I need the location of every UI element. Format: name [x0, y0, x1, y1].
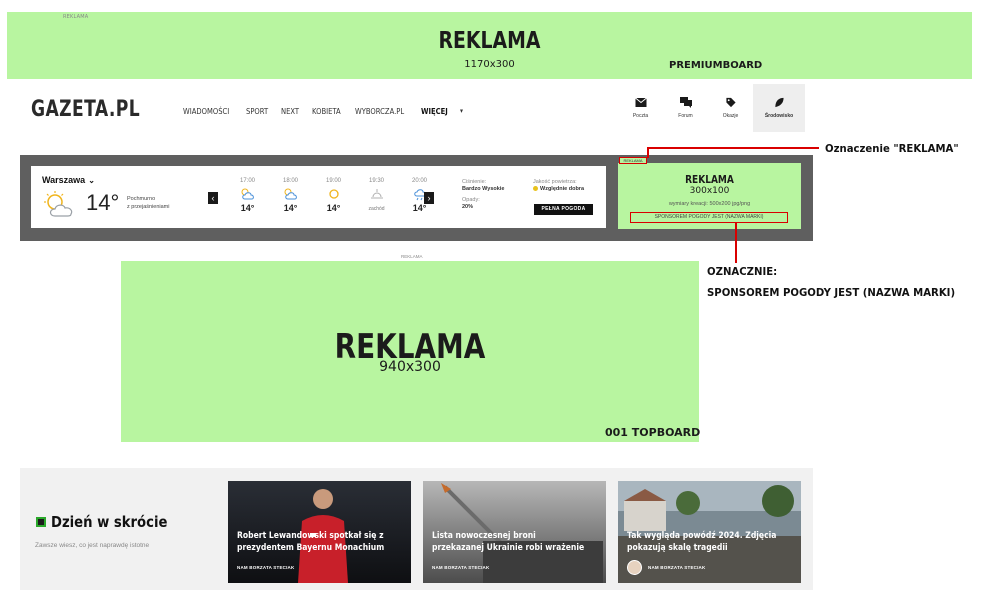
shortcut-label: Poczta: [632, 113, 649, 119]
chevron-right-icon: ›: [427, 193, 431, 203]
site-logo[interactable]: GAZETA.PL: [31, 97, 140, 122]
cloud-icon: [241, 188, 254, 200]
sun-icon: [328, 189, 339, 199]
tag-icon: [725, 97, 736, 108]
weather-hour-temp: 14°: [326, 203, 341, 213]
news-card-title: Tak wygląda powódź 2024. Zdjęcia pokazuj…: [627, 531, 777, 553]
shortcut-okazje[interactable]: Okazje: [708, 84, 753, 132]
air-value: Względnie dobra: [540, 186, 584, 192]
annotation-sponsor-title: OZNACZNIE:: [707, 265, 778, 278]
weather-hour-temp: zachód: [368, 206, 385, 212]
ad-size: 300x100: [689, 186, 730, 196]
nav-item-next[interactable]: NEXT: [281, 107, 299, 116]
weather-hour: 20:00 14°: [398, 178, 441, 213]
nav-item-wiadomosci[interactable]: WIADOMOŚCI: [183, 107, 229, 116]
shortcut-label: Forum: [678, 113, 693, 119]
shortcut-forum[interactable]: Forum: [663, 84, 708, 132]
ad-size: 940x300: [379, 359, 441, 375]
weather-details: Ciśnienie: Bardzo Wysokie Opady: 20%: [462, 179, 504, 211]
annotation-line: [735, 223, 737, 263]
section-icon: [36, 517, 46, 527]
cloud-icon: [284, 188, 297, 200]
precip-value: 20%: [462, 204, 474, 210]
weather-hourly: 17:00 14° 18:00 14° 19:00 14° 19:30 zach…: [226, 178, 441, 213]
weather-desc-line: z przejaśnieniami: [127, 204, 170, 210]
forum-icon: [679, 97, 692, 108]
chevron-left-icon: ‹: [211, 193, 215, 203]
weather-prev-button[interactable]: ‹: [208, 192, 218, 204]
weather-city: Warszawa: [42, 175, 86, 185]
weather-hour-time: 20:00: [411, 178, 427, 184]
weather-hour-time: 18:00: [282, 178, 298, 184]
ad-dimensions-note: wymiary kreacji: 500x200 jpg/png: [668, 201, 751, 207]
leaf-icon: [775, 97, 784, 108]
section-title: Dzień w skrócie: [51, 513, 168, 531]
chevron-down-icon: ▾: [459, 107, 463, 115]
weather-hour: 18:00 14°: [269, 178, 312, 213]
nav-item-wyborcza[interactable]: WYBORCZA.PL: [355, 107, 404, 116]
weather-sponsor-label: SPONSOREM POGODY JEST (NAZWA MARKI): [630, 212, 788, 223]
annotation-reklama: Oznaczenie "REKLAMA": [825, 142, 959, 155]
news-card[interactable]: Tak wygląda powódź 2024. Zdjęcia pokazuj…: [618, 481, 801, 583]
weather-next-button[interactable]: ›: [424, 192, 434, 204]
air-quality: Jakość powietrza: Względnie dobra: [533, 179, 584, 193]
ad-tiny-label: REKLAMA: [401, 254, 423, 259]
news-card-title: Lista nowoczesnej broni przekazanej Ukra…: [432, 531, 585, 553]
shortcut-poczta[interactable]: Poczta: [618, 84, 663, 132]
weather-current-temp: 14°: [86, 190, 120, 215]
shortcut-label: Środowisko: [764, 113, 794, 119]
annotation-line: [647, 147, 649, 158]
partly-cloudy-icon: [44, 191, 73, 217]
header-shortcuts: Poczta Forum Okazje Środowisko: [618, 84, 805, 132]
nav-item-kobieta[interactable]: KOBIETA: [312, 107, 341, 116]
annotation-sponsor-text: SPONSOREM POGODY JEST (NAZWA MARKI): [707, 286, 956, 299]
weather-city-select[interactable]: Warszawa ⌄: [42, 175, 95, 185]
news-card-author: NAM BORZATA STECIAK: [237, 565, 295, 570]
chevron-down-icon: ⌄: [88, 176, 95, 185]
annotation-line: [647, 147, 819, 149]
news-card[interactable]: Lista nowoczesnej broni przekazanej Ukra…: [423, 481, 606, 583]
ad-size: 1170x300: [464, 59, 515, 70]
precip-label: Opady:: [462, 197, 480, 203]
topboard-ad[interactable]: REKLAMA 940x300 001 TOPBOARD: [121, 261, 701, 442]
ad-title: REKLAMA: [685, 173, 734, 186]
premiumboard-ad[interactable]: REKLAMA REKLAMA 1170x300 PREMIUMBOARD: [7, 12, 972, 79]
ad-title: REKLAMA: [438, 28, 541, 54]
air-quality-dot: [533, 186, 538, 192]
ad-reklama-mark: REKLAMA: [619, 157, 647, 164]
weather-hour-time: 17:00: [239, 178, 255, 184]
author-avatar: [627, 560, 642, 575]
weather-hour-temp: 14°: [412, 203, 427, 213]
section-heading: Dzień w skrócie: [36, 513, 183, 531]
pressure-value: Bardzo Wysokie: [462, 186, 505, 192]
ad-slot-name: PREMIUMBOARD: [669, 60, 763, 71]
sunset-icon: [370, 189, 383, 199]
news-card-author: NAM BORZATA STECIAK: [432, 565, 490, 570]
weather-description: Pochmurno z przejaśnieniami: [127, 195, 170, 211]
news-card[interactable]: Robert Lewandowski spotkał się z prezyde…: [228, 481, 411, 583]
weather-hour: 19:00 14°: [312, 178, 355, 213]
weather-widget: Warszawa ⌄ 14° Pochmurno z przejaśnieniam…: [31, 166, 606, 228]
weather-hour-temp: 14°: [283, 203, 298, 213]
weather-hour-temp: 14°: [240, 203, 255, 213]
shortcut-srodowisko[interactable]: Środowisko: [753, 84, 805, 132]
air-label: Jakość powietrza:: [533, 179, 577, 185]
nav-item-sport[interactable]: SPORT: [246, 107, 268, 116]
weather-hour-time: 19:30: [368, 178, 384, 184]
weather-hour: 19:30 zachód: [355, 178, 398, 213]
section-subtitle: Zawsze wiesz, co jest naprawdę istotne: [35, 542, 150, 549]
weather-hour: 17:00 14°: [226, 178, 269, 213]
news-card-title: Robert Lewandowski spotkał się z prezyde…: [237, 531, 385, 553]
ad-tiny-label: REKLAMA: [63, 14, 89, 20]
ad-slot-name: 001 TOPBOARD: [605, 426, 701, 439]
main-nav: WIADOMOŚCI SPORT NEXT KOBIETA WYBORCZA.P…: [183, 107, 463, 116]
weather-hour-time: 19:00: [325, 178, 341, 184]
pressure-label: Ciśnienie:: [462, 179, 487, 185]
full-weather-button[interactable]: PEŁNA POGODA: [534, 204, 593, 215]
shortcut-label: Okazje: [722, 113, 739, 119]
mail-icon: [634, 97, 647, 107]
nav-item-more[interactable]: WIĘCEJ: [421, 107, 448, 116]
news-card-author: NAM BORZATA STECIAK: [648, 565, 706, 570]
weather-desc-line: Pochmurno: [127, 196, 156, 202]
